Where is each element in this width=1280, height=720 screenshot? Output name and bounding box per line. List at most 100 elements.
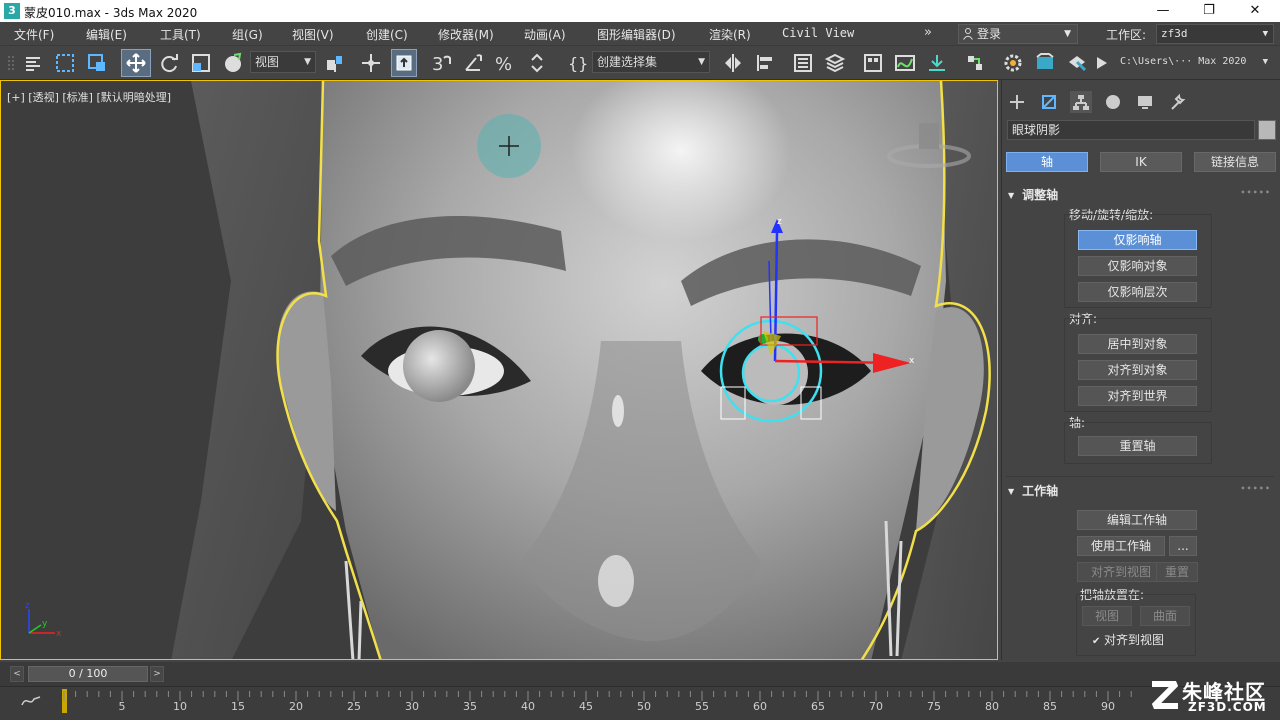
hierarchy-tab-icon[interactable] (1070, 91, 1092, 113)
minimize-button[interactable]: — (1140, 0, 1186, 22)
render-setup-icon[interactable] (1000, 49, 1026, 77)
working-pivot-rollout-header[interactable]: ▼ 工作轴 ••••• (1008, 482, 1271, 500)
affect-pivot-only-button[interactable]: 仅影响轴 (1078, 230, 1197, 250)
rotate-tool-icon[interactable] (156, 49, 182, 77)
scale-tool-icon[interactable] (188, 49, 214, 77)
timeline-tick-label: 80 (985, 700, 999, 713)
angle-snap-icon[interactable] (460, 49, 486, 77)
menu-graph-editors[interactable]: 图形编辑器(D) (597, 26, 676, 43)
perspective-viewport[interactable]: z x z x y [+] [透视] [标准] [默认明暗处理] (0, 80, 998, 660)
watermark-logo: 朱峰社区 ZF3D.COM (1146, 676, 1276, 716)
snap-toggle-icon[interactable]: 3 (428, 49, 454, 77)
mini-curve-editor-icon[interactable] (20, 693, 42, 709)
menu-civil-view[interactable]: Civil View (782, 26, 854, 40)
percent-snap-icon[interactable]: % (492, 49, 518, 77)
menu-tools[interactable]: 工具(T) (160, 26, 201, 43)
named-selection-value: 创建选择集 (597, 55, 658, 69)
adjust-pivot-rollout-header[interactable]: ▼ 调整轴 ••••• (1008, 186, 1271, 204)
reset-pivot-button[interactable]: 重置轴 (1078, 436, 1197, 456)
use-working-pivot-button[interactable]: 使用工作轴 (1077, 536, 1165, 556)
affect-hierarchy-only-button[interactable]: 仅影响层次 (1078, 282, 1197, 302)
menu-animation[interactable]: 动画(A) (524, 26, 566, 43)
place-on-surface-button[interactable]: 曲面 (1140, 606, 1190, 626)
render-dropdown-icon[interactable] (1094, 49, 1110, 77)
material-editor-icon[interactable] (962, 49, 988, 77)
menu-create[interactable]: 创建(C) (366, 26, 408, 43)
select-manipulate-icon[interactable] (358, 49, 384, 77)
time-slider: < 0 / 100 > (0, 662, 1280, 686)
object-name-field[interactable]: 眼球阴影 (1007, 120, 1255, 140)
menu-file[interactable]: 文件(F) (14, 26, 54, 43)
working-pivot-options-button[interactable]: ... (1169, 536, 1197, 556)
menu-views[interactable]: 视图(V) (292, 26, 334, 43)
named-selection-dropdown[interactable]: 创建选择集 ▼ (592, 51, 710, 73)
tab-pivot[interactable]: 轴 (1006, 152, 1088, 172)
ribbon-toggle-icon[interactable] (860, 49, 886, 77)
scene-explorer-icon[interactable] (790, 49, 816, 77)
time-next-button[interactable]: > (150, 666, 164, 682)
select-region-icon[interactable] (84, 49, 110, 77)
track-bar[interactable]: 5 10 15 20 25 30 35 40 45 50 55 60 65 70 75 80 85 90 (0, 686, 1280, 720)
create-tab-icon[interactable] (1006, 91, 1028, 113)
align-icon[interactable] (752, 49, 778, 77)
undo-icon[interactable] (20, 49, 46, 77)
named-selection-icon[interactable]: {} (564, 49, 590, 77)
close-button[interactable]: ✕ (1232, 0, 1278, 22)
spinner-snap-icon[interactable] (524, 49, 550, 77)
viewport-label[interactable]: [+] [透视] [标准] [默认明暗处理] (7, 89, 171, 105)
reference-coord-dropdown[interactable]: 视图 ▼ (250, 51, 316, 73)
select-object-icon[interactable] (52, 49, 78, 77)
rendered-frame-icon[interactable] (1032, 49, 1058, 77)
align-to-view-checkbox[interactable]: ✔ 对齐到视图 (1092, 631, 1164, 648)
align-to-view-button[interactable]: 对齐到视图 (1077, 562, 1165, 582)
collapse-triangle-icon: ▼ (1008, 191, 1015, 200)
align-to-object-button[interactable]: 对齐到对象 (1078, 360, 1197, 380)
watermark-z-icon (1151, 681, 1179, 709)
maximize-button[interactable]: ❐ (1186, 0, 1232, 22)
working-pivot-reset-button[interactable]: 重置 (1156, 562, 1198, 582)
layer-explorer-icon[interactable] (822, 49, 848, 77)
toolbar-grip-icon[interactable] (6, 49, 18, 77)
utilities-tab-icon[interactable] (1166, 91, 1188, 113)
time-prev-button[interactable]: < (10, 666, 24, 682)
modify-tab-icon[interactable] (1038, 91, 1060, 113)
tab-link-info[interactable]: 链接信息 (1194, 152, 1276, 172)
object-color-swatch[interactable] (1258, 120, 1276, 140)
schematic-view-icon[interactable] (924, 49, 950, 77)
place-tool-icon[interactable] (220, 49, 246, 77)
login-label: 登录 (977, 27, 1002, 41)
time-slider-thumb[interactable]: 0 / 100 (28, 666, 148, 682)
timeline-tick-label: 60 (753, 700, 767, 713)
align-to-world-button[interactable]: 对齐到世界 (1078, 386, 1197, 406)
login-dropdown[interactable]: 登录 ▼ (958, 24, 1078, 44)
place-on-view-button[interactable]: 视图 (1082, 606, 1132, 626)
display-tab-icon[interactable] (1134, 91, 1156, 113)
menu-modifiers[interactable]: 修改器(M) (438, 26, 494, 43)
render-production-icon[interactable] (1064, 49, 1090, 77)
left-eyeball (403, 330, 475, 402)
affect-object-only-button[interactable]: 仅影响对象 (1078, 256, 1197, 276)
pivot-center-icon[interactable] (322, 49, 348, 77)
keyboard-shortcut-override-icon[interactable] (391, 49, 417, 77)
mirror-icon[interactable] (720, 49, 746, 77)
tab-ik[interactable]: IK (1100, 152, 1182, 172)
timeline-tick-label: 5 (119, 700, 126, 713)
gizmo-z-label: z (777, 217, 782, 227)
center-to-object-button[interactable]: 居中到对象 (1078, 334, 1197, 354)
project-folder-path[interactable]: C:\Users\··· Max 2020 ▼ (1120, 51, 1272, 73)
menu-overflow-icon[interactable]: » (924, 25, 932, 40)
svg-text:{}: {} (568, 54, 588, 73)
align-to-view-check-label: 对齐到视图 (1104, 633, 1165, 647)
workspace-value: zf3d (1161, 27, 1188, 40)
motion-tab-icon[interactable] (1102, 91, 1124, 113)
move-tool-icon[interactable] (121, 49, 151, 77)
chevron-down-icon: ▼ (1262, 29, 1268, 39)
nose-highlight (598, 555, 634, 607)
timeline-tick-label: 70 (869, 700, 883, 713)
menu-rendering[interactable]: 渲染(R) (709, 26, 751, 43)
menu-group[interactable]: 组(G) (232, 26, 263, 43)
edit-working-pivot-button[interactable]: 编辑工作轴 (1077, 510, 1197, 530)
menu-edit[interactable]: 编辑(E) (86, 26, 127, 43)
curve-editor-icon[interactable] (892, 49, 918, 77)
workspace-select[interactable]: zf3d ▼ (1156, 24, 1274, 44)
